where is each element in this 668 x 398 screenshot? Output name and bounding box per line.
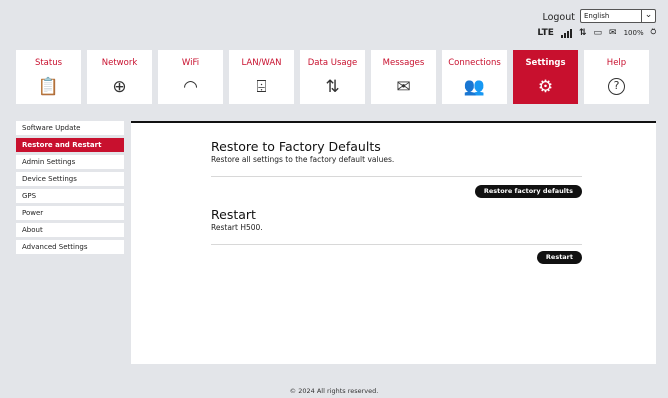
sidebar-item-restore-and-restart[interactable]: Restore and Restart: [16, 138, 124, 152]
sidebar-item-software-update[interactable]: Software Update: [16, 121, 124, 135]
restore-factory-defaults-button[interactable]: Restore factory defaults: [474, 185, 582, 198]
envelope-icon: ✉: [396, 77, 411, 97]
sidebar-item-about[interactable]: About: [16, 223, 124, 237]
content-panel: Restore to Factory Defaults Restore all …: [131, 121, 656, 364]
battery-icon: ▭: [593, 28, 603, 38]
wifi-icon: ◠: [183, 77, 198, 97]
nav-tile-label: WiFi: [181, 58, 200, 68]
restore-description: Restore all settings to the factory defa…: [211, 155, 395, 164]
device-status-icon: ⍥: [650, 28, 656, 38]
nav-tile-label: Connections: [448, 58, 501, 68]
nav-tile-label: Data Usage: [307, 58, 358, 68]
nav-tile-lan-wan[interactable]: LAN/WAN ⌹: [229, 50, 294, 104]
network-tree-icon: ⌹: [256, 77, 267, 97]
battery-percentage: 100%: [623, 29, 644, 37]
nav-tile-label: Status: [34, 58, 63, 68]
help-icon: ?: [608, 78, 625, 95]
nav-tile-settings[interactable]: Settings ⚙: [513, 50, 578, 104]
footer-copyright: © 2024 All rights reserved.: [289, 387, 379, 395]
signal-strength-icon: [560, 28, 572, 38]
nav-tile-label: Help: [606, 58, 627, 68]
nav-tile-help[interactable]: Help ?: [584, 50, 649, 104]
nav-tile-label: Messages: [382, 58, 425, 68]
logout-link[interactable]: Logout: [542, 12, 575, 23]
nav-tile-connections[interactable]: Connections 👥: [442, 50, 507, 104]
gear-icon: ⚙: [537, 77, 554, 97]
restore-section: Restore to Factory Defaults Restore all …: [211, 139, 582, 198]
section-divider: [211, 244, 582, 245]
data-usage-icon: ⇅: [325, 77, 340, 97]
restart-description: Restart H500.: [211, 223, 263, 232]
restore-title: Restore to Factory Defaults: [211, 139, 381, 154]
restart-section: Restart Restart H500. Restart: [211, 207, 582, 264]
sidebar-item-advanced-settings[interactable]: Advanced Settings: [16, 240, 124, 254]
top-status-bar: Logout English ⌄ LTE ⇅ ▭ ✉ 100% ⍥: [398, 8, 658, 44]
nav-tile-network[interactable]: Network ⊕: [87, 50, 152, 104]
nav-tile-status[interactable]: Status 📋: [16, 50, 81, 104]
nav-tile-label: LAN/WAN: [241, 58, 282, 68]
restart-button[interactable]: Restart: [536, 251, 582, 264]
clipboard-icon: 📋: [37, 77, 60, 97]
nav-tile-label: Settings: [525, 58, 566, 68]
network-type-label: LTE: [537, 28, 554, 38]
nav-tile-label: Network: [101, 58, 138, 68]
chevron-down-icon[interactable]: ⌄: [641, 10, 655, 22]
data-transfer-icon: ⇅: [578, 28, 587, 38]
globe-icon: ⊕: [112, 77, 127, 97]
nav-tile-wifi[interactable]: WiFi ◠: [158, 50, 223, 104]
settings-sidebar: Software Update Restore and Restart Admi…: [16, 121, 124, 257]
main-navigation: Status 📋 Network ⊕ WiFi ◠ LAN/WAN ⌹ Data…: [16, 50, 649, 104]
section-divider: [211, 176, 582, 177]
restart-title: Restart: [211, 207, 256, 222]
nav-tile-data-usage[interactable]: Data Usage ⇅: [300, 50, 365, 104]
nav-tile-messages[interactable]: Messages ✉: [371, 50, 436, 104]
sidebar-item-gps[interactable]: GPS: [16, 189, 124, 203]
sidebar-item-admin-settings[interactable]: Admin Settings: [16, 155, 124, 169]
users-icon: 👥: [463, 77, 486, 97]
language-selected-value: English: [584, 12, 610, 20]
messages-envelope-icon: ✉: [609, 28, 617, 38]
sidebar-item-device-settings[interactable]: Device Settings: [16, 172, 124, 186]
language-select[interactable]: English ⌄: [580, 9, 656, 23]
device-status-icons: LTE ⇅ ▭ ✉ 100% ⍥: [537, 28, 656, 38]
sidebar-item-power[interactable]: Power: [16, 206, 124, 220]
